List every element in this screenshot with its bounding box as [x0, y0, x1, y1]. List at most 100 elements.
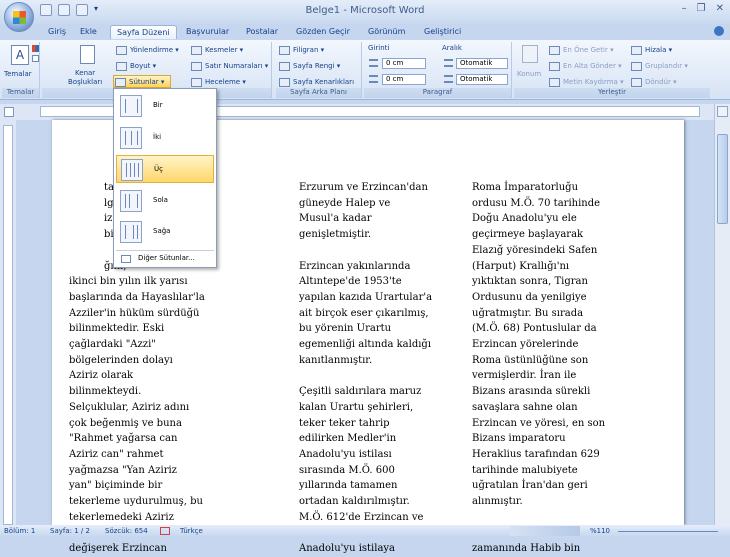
size-label: Boyut — [130, 62, 151, 70]
align-label: Hizala — [645, 46, 667, 54]
tab-ekle[interactable]: Ekle — [74, 25, 103, 39]
menu-item-bir-label: Bir — [153, 101, 163, 109]
tab-giris[interactable]: Giriş — [42, 25, 72, 39]
vertical-ruler[interactable] — [0, 120, 16, 525]
themes-button[interactable]: Temalar — [4, 70, 32, 78]
vertical-ruler-scale — [3, 125, 13, 525]
columns-button[interactable]: Sütunlar ▾ — [113, 75, 171, 88]
two-column-icon — [120, 127, 142, 149]
breaks-icon — [191, 46, 202, 55]
right-column-icon — [120, 221, 142, 243]
watermark-label: Filigran — [293, 46, 319, 54]
page-borders-icon — [279, 78, 290, 87]
office-logo-icon — [13, 11, 26, 24]
orientation-icon — [116, 46, 127, 55]
group-label-temalar: Temalar — [2, 88, 39, 98]
window-controls: – ❐ ✕ — [682, 3, 724, 14]
indent-right-input[interactable]: 0 cm — [382, 74, 426, 85]
tab-gorunum[interactable]: Görünüm — [362, 25, 411, 39]
line-numbers-button[interactable]: Satır Numaraları ▾ — [190, 60, 268, 73]
send-to-back-button[interactable]: En Alta Gönder ▾ — [548, 60, 622, 73]
watermark-button[interactable]: Filigran ▾ — [278, 44, 324, 57]
menu-item-uc[interactable]: Üç — [116, 155, 214, 183]
status-section[interactable]: Bölüm: 1 — [4, 525, 35, 537]
more-columns-label: Diğer Sütunlar... — [138, 254, 195, 262]
orientation-button[interactable]: Yönlendirme ▾ — [115, 44, 179, 57]
close-icon[interactable]: ✕ — [716, 3, 724, 14]
tab-sayfa-duzeni[interactable]: Sayfa Düzeni — [110, 25, 177, 39]
themes-icon[interactable]: A — [11, 45, 29, 65]
ruler-tab-selector-icon[interactable] — [4, 107, 14, 117]
position-button[interactable]: Konum — [517, 70, 541, 78]
status-page[interactable]: Sayfa: 1 / 2 — [50, 525, 90, 537]
group-label-paragraf: Paragraf — [364, 88, 511, 98]
size-button[interactable]: Boyut ▾ — [115, 60, 156, 73]
maximize-icon[interactable]: ❐ — [697, 3, 706, 14]
spacing-before-icon — [444, 59, 453, 67]
send-to-back-label: En Alta Gönder — [563, 62, 616, 70]
office-button[interactable] — [4, 2, 34, 32]
bring-to-front-icon — [549, 46, 560, 55]
group-label: Gruplandır — [645, 62, 683, 70]
status-word-count[interactable]: Sözcük: 654 — [105, 525, 148, 537]
status-zoom[interactable]: %110 — [590, 525, 610, 537]
menu-item-bir[interactable]: Bir — [116, 92, 214, 120]
indent-left-input[interactable]: 0 cm — [382, 58, 426, 69]
proofing-icon[interactable] — [160, 527, 170, 535]
spacing-after-input[interactable]: Otomatik — [456, 74, 508, 85]
column-2[interactable]: Erzurum ve Erzincan'dan güneyde Halep ve… — [299, 180, 444, 557]
horizontal-ruler[interactable] — [0, 104, 714, 120]
ribbon: A Temalar Temalar Kenar Boşlukları Yönle… — [0, 40, 730, 100]
group-paragraf: Girinti Aralık 0 cm 0 cm Otomatik Otomat… — [364, 42, 512, 98]
ribbon-tabs: Giriş Ekle Sayfa Düzeni Başvurular Posta… — [0, 24, 730, 40]
scroll-up-icon[interactable] — [717, 106, 728, 117]
align-button[interactable]: Hizala ▾ — [630, 44, 672, 57]
theme-fonts-icon[interactable] — [32, 55, 39, 62]
window-title: Belge1 - Microsoft Word — [305, 5, 425, 16]
rotate-icon — [631, 78, 642, 87]
page-borders-label: Sayfa Kenarlıkları — [293, 78, 355, 86]
group-button[interactable]: Gruplandır ▾ — [630, 60, 688, 73]
rotate-label: Döndür — [645, 78, 671, 86]
orientation-label: Yönlendirme — [130, 46, 174, 54]
more-columns-item[interactable]: Diğer Sütunlar... — [116, 250, 214, 266]
status-language[interactable]: Türkçe — [180, 525, 203, 537]
line-numbers-icon — [191, 62, 202, 71]
page-color-button[interactable]: Sayfa Rengi ▾ — [278, 60, 340, 73]
tab-postalar[interactable]: Postalar — [240, 25, 284, 39]
tab-gozden-gecir[interactable]: Gözden Geçir — [290, 25, 356, 39]
position-icon[interactable] — [522, 45, 538, 63]
group-yerlestir: Konum En Öne Getir ▾ En Alta Gönder ▾ Me… — [514, 42, 710, 98]
bring-to-front-label: En Öne Getir — [563, 46, 608, 54]
tab-basvurular[interactable]: Başvurular — [180, 25, 235, 39]
breaks-label: Kesmeler — [205, 46, 238, 54]
column-3[interactable]: Roma İmparatorluğu ordusu M.Ö. 70 tarihi… — [472, 180, 622, 557]
view-buttons[interactable] — [510, 526, 580, 536]
menu-item-iki[interactable]: İki — [116, 124, 214, 152]
breaks-button[interactable]: Kesmeler ▾ — [190, 44, 243, 57]
menu-item-sola-label: Sola — [153, 196, 168, 204]
scrollbar-thumb[interactable] — [717, 134, 728, 224]
menu-item-sola[interactable]: Sola — [116, 187, 214, 215]
menu-item-saga-label: Sağa — [153, 227, 171, 235]
hyphenation-icon — [191, 78, 202, 87]
help-icon[interactable] — [714, 26, 724, 36]
theme-colors-icon[interactable] — [32, 45, 39, 52]
columns-icon — [115, 78, 126, 87]
margins-button[interactable]: Kenar Boşlukları — [68, 69, 102, 87]
line-numbers-label: Satır Numaraları — [205, 62, 263, 70]
zoom-slider[interactable] — [618, 531, 718, 532]
bring-to-front-button[interactable]: En Öne Getir ▾ — [548, 44, 614, 57]
margins-icon[interactable] — [80, 45, 95, 64]
menu-item-iki-label: İki — [153, 133, 162, 141]
spacing-after-icon — [444, 75, 453, 83]
left-column-icon — [120, 190, 142, 212]
title-bar: ▾ Belge1 - Microsoft Word – ❐ ✕ — [0, 0, 730, 24]
spacing-before-input[interactable]: Otomatik — [456, 58, 508, 69]
menu-item-saga[interactable]: Sağa — [116, 218, 214, 246]
tab-gelistirici[interactable]: Geliştirici — [418, 25, 467, 39]
vertical-scrollbar[interactable] — [714, 104, 730, 525]
spacing-label: Aralık — [442, 44, 462, 52]
text-wrapping-icon — [549, 78, 560, 87]
minimize-icon[interactable]: – — [682, 3, 687, 14]
